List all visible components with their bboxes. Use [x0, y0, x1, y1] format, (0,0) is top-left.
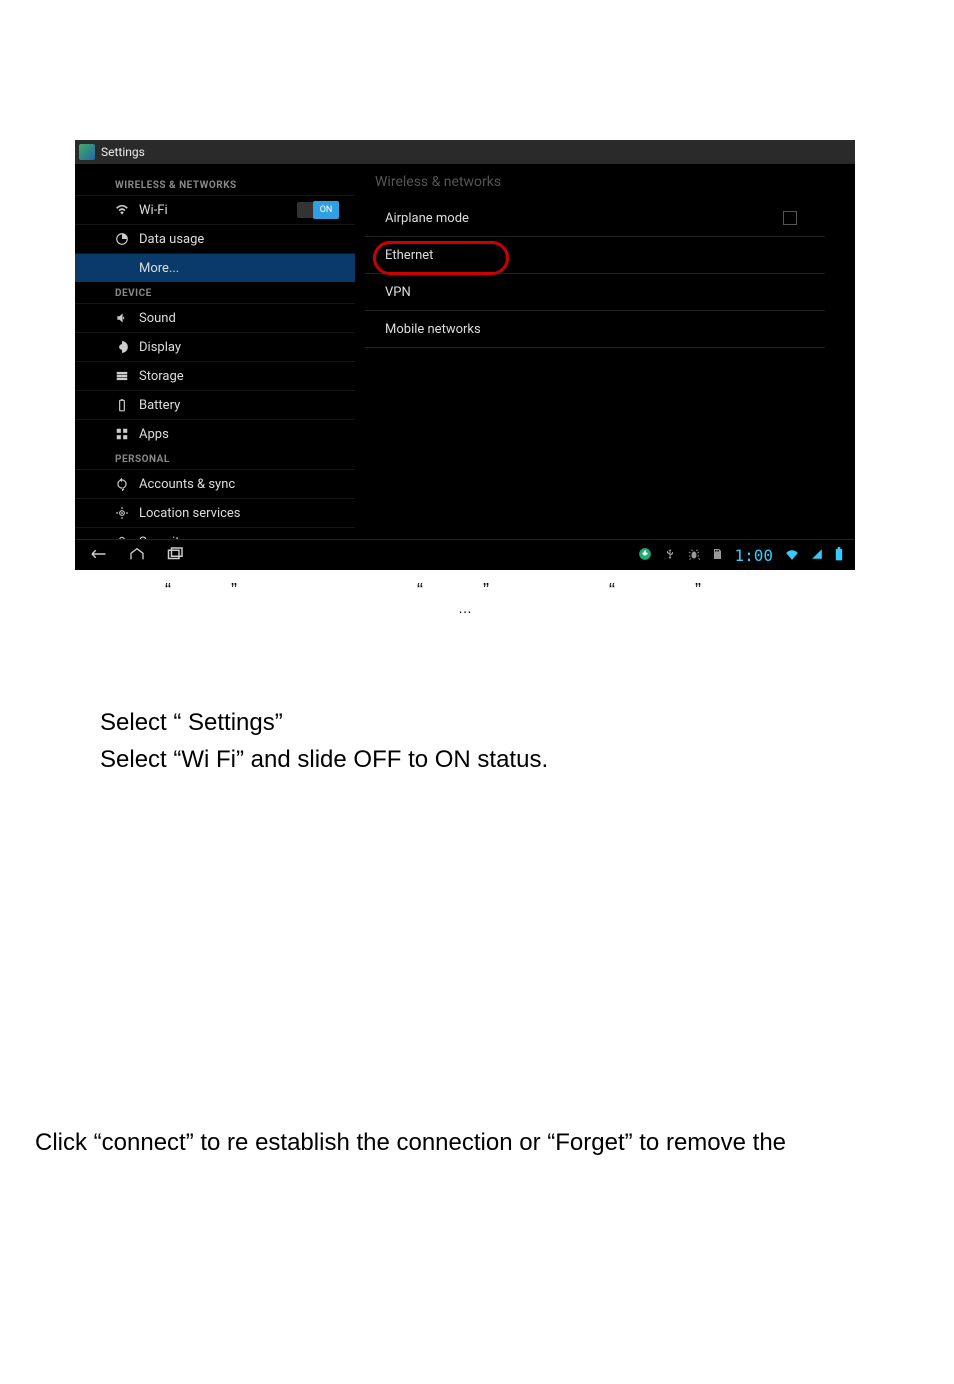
- location-label: Location services: [139, 506, 241, 521]
- quote-open-3: “: [609, 580, 615, 601]
- wifi-toggle-thumb: ON: [313, 201, 339, 219]
- vpn-label: VPN: [385, 285, 411, 300]
- sidebar-item-data-usage[interactable]: Data usage: [75, 224, 355, 253]
- quote-open-1: “: [165, 580, 171, 601]
- detail-header: Wireless & networks: [365, 174, 825, 200]
- recent-apps-button[interactable]: [167, 546, 185, 565]
- quote-close-2: ”: [483, 580, 489, 601]
- more-label: More...: [139, 261, 179, 276]
- detail-item-ethernet[interactable]: Ethernet: [365, 237, 825, 274]
- section-header-wireless: WIRELESS & NETWORKS: [75, 174, 355, 195]
- settings-sidebar: WIRELESS & NETWORKS Wi-Fi ON: [75, 164, 355, 540]
- instruction-line-3: Click “connect” to re establish the conn…: [35, 1125, 915, 1161]
- status-download-icon: [638, 547, 652, 564]
- ethernet-label: Ethernet: [385, 248, 433, 263]
- sidebar-item-wifi[interactable]: Wi-Fi ON: [75, 195, 355, 224]
- detail-item-vpn[interactable]: VPN: [365, 274, 825, 311]
- sidebar-item-location[interactable]: Location services: [75, 498, 355, 527]
- android-settings-screenshot: Settings WIRELESS & NETWORKS Wi-Fi ON: [75, 140, 855, 570]
- sidebar-item-more[interactable]: More...: [75, 253, 355, 282]
- status-sd-icon: [712, 547, 722, 564]
- sound-icon: [115, 311, 129, 325]
- battery-icon: [115, 398, 129, 412]
- titlebar: Settings: [75, 140, 855, 165]
- instruction-line-1: Select “ Settings”: [100, 705, 283, 741]
- detail-item-airplane[interactable]: Airplane mode: [365, 200, 825, 237]
- airplane-label: Airplane mode: [385, 211, 469, 226]
- system-bar: 1:00: [75, 539, 855, 570]
- storage-label: Storage: [139, 369, 184, 384]
- sidebar-item-accounts[interactable]: Accounts & sync: [75, 469, 355, 498]
- display-label: Display: [139, 340, 181, 355]
- instruction-line-2: Select “Wi Fi” and slide OFF to ON statu…: [100, 742, 548, 778]
- caption-quotes-row: “ ” “ ” “ ”: [75, 580, 855, 601]
- location-icon: [115, 506, 129, 520]
- status-battery-icon: [835, 547, 843, 564]
- wifi-icon: [115, 203, 129, 217]
- sync-icon: [115, 477, 129, 491]
- status-clock: 1:00: [734, 546, 773, 565]
- home-button[interactable]: [129, 546, 145, 565]
- mobile-networks-label: Mobile networks: [385, 322, 481, 337]
- quote-open-2: “: [417, 580, 423, 601]
- status-signal-icon: [811, 548, 823, 563]
- caption-ellipsis: …: [75, 600, 855, 616]
- section-header-device: DEVICE: [75, 282, 355, 303]
- blank-icon: [115, 261, 129, 275]
- data-usage-label: Data usage: [139, 232, 204, 247]
- sidebar-item-apps[interactable]: Apps: [75, 419, 355, 448]
- apps-label: Apps: [139, 427, 169, 442]
- quote-close-3: ”: [695, 580, 701, 601]
- status-usb-icon: [664, 547, 676, 564]
- sound-label: Sound: [139, 311, 176, 326]
- sidebar-item-storage[interactable]: Storage: [75, 361, 355, 390]
- section-header-personal: PERSONAL: [75, 448, 355, 469]
- apps-icon: [115, 427, 129, 441]
- status-wifi-icon: [785, 548, 799, 563]
- quote-close-1: ”: [231, 580, 237, 601]
- airplane-checkbox[interactable]: [783, 211, 797, 225]
- data-usage-icon: [115, 232, 129, 246]
- back-button[interactable]: [89, 546, 107, 565]
- display-icon: [115, 340, 129, 354]
- detail-item-mobile-networks[interactable]: Mobile networks: [365, 311, 825, 348]
- sidebar-item-sound[interactable]: Sound: [75, 303, 355, 332]
- storage-icon: [115, 369, 129, 383]
- settings-app-icon: [79, 144, 95, 160]
- sidebar-item-battery[interactable]: Battery: [75, 390, 355, 419]
- titlebar-label: Settings: [101, 145, 145, 159]
- wifi-label: Wi-Fi: [139, 203, 168, 218]
- settings-detail-panel: Wireless & networks Airplane mode Ethern…: [355, 164, 855, 540]
- status-debug-icon: [688, 547, 700, 564]
- battery-label: Battery: [139, 398, 180, 413]
- accounts-label: Accounts & sync: [139, 477, 235, 492]
- sidebar-item-display[interactable]: Display: [75, 332, 355, 361]
- wifi-toggle[interactable]: ON: [297, 202, 339, 218]
